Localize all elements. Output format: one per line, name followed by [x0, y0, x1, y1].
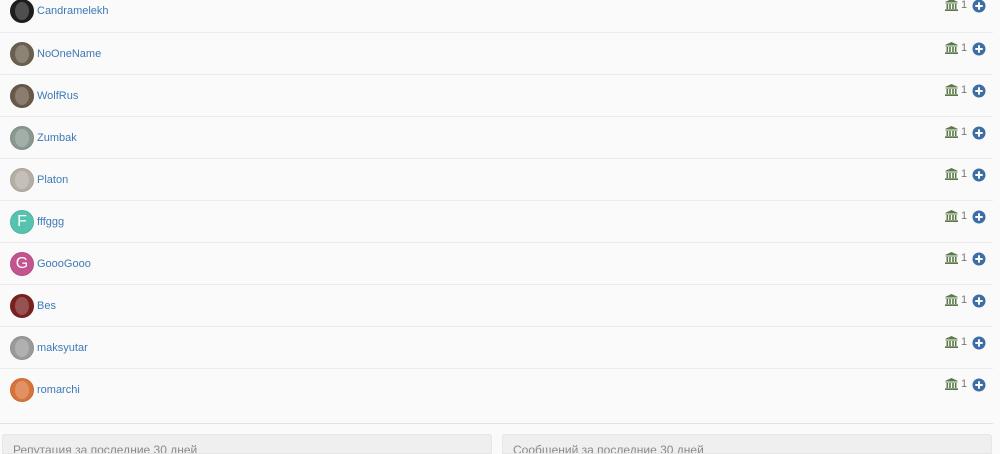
avatar[interactable]	[10, 294, 34, 318]
reputation-count: 1	[961, 84, 968, 96]
reputation-30-days-card: Репутация за последние 30 дней	[2, 434, 492, 454]
plus-circle-icon[interactable]	[972, 252, 986, 266]
member-row: NoOneName 1	[0, 32, 993, 74]
avatar[interactable]	[10, 378, 34, 402]
reputation-count: 1	[961, 210, 968, 222]
institution-icon	[945, 294, 958, 306]
avatar[interactable]	[10, 0, 34, 23]
avatar[interactable]: F	[10, 210, 34, 234]
avatar-photo	[15, 129, 29, 147]
reputation: 1	[945, 210, 967, 222]
member-row: Bes 1	[0, 284, 993, 326]
plus-circle-icon[interactable]	[972, 0, 986, 13]
reputation-count: 1	[961, 378, 968, 390]
reputation-count: 1	[961, 126, 968, 138]
plus-circle-icon[interactable]	[972, 168, 986, 182]
member-name-link[interactable]: Zumbak	[37, 132, 77, 144]
member-name-link[interactable]: Bes	[37, 300, 56, 312]
plus-circle-icon[interactable]	[972, 42, 986, 56]
reputation-count: 1	[961, 252, 968, 264]
avatar-letter: G	[15, 255, 29, 272]
plus-circle-icon[interactable]	[972, 336, 986, 350]
institution-icon	[945, 210, 958, 222]
member-row: Ffffggg 1	[0, 200, 993, 242]
plus-circle-icon[interactable]	[972, 210, 986, 224]
institution-icon	[945, 252, 958, 264]
avatar-photo	[15, 87, 29, 105]
avatar-photo	[15, 339, 29, 357]
institution-icon	[945, 0, 958, 11]
reputation: 1	[945, 336, 967, 348]
institution-icon	[945, 126, 958, 138]
institution-icon	[945, 336, 958, 348]
member-name-link[interactable]: maksyutar	[37, 342, 88, 354]
reputation: 1	[945, 84, 967, 96]
member-row: maksyutar 1	[0, 326, 993, 368]
institution-icon	[945, 84, 958, 96]
plus-circle-icon[interactable]	[972, 126, 986, 140]
reputation-count: 1	[961, 294, 968, 306]
reputation-count: 1	[961, 0, 968, 11]
member-name-link[interactable]: NoOneName	[37, 48, 101, 60]
avatar[interactable]	[10, 84, 34, 108]
reputation: 1	[945, 294, 967, 306]
reputation: 1	[945, 42, 967, 54]
reputation: 1	[945, 378, 967, 390]
avatar-photo	[15, 45, 29, 63]
member-name-link[interactable]: fffggg	[37, 216, 64, 228]
member-name-link[interactable]: WolfRus	[37, 90, 78, 102]
institution-icon	[945, 378, 958, 390]
reputation: 1	[945, 126, 967, 138]
member-row: romarchi 1	[0, 368, 993, 410]
member-row: Zumbak 1	[0, 116, 993, 158]
avatar[interactable]	[10, 336, 34, 360]
member-name-link[interactable]: romarchi	[37, 384, 80, 396]
plus-circle-icon[interactable]	[972, 84, 986, 98]
avatar[interactable]	[10, 42, 34, 66]
member-row: Platon 1	[0, 158, 993, 200]
member-name-link[interactable]: Platon	[37, 174, 68, 186]
avatar-photo	[15, 381, 29, 399]
avatar-photo	[15, 2, 29, 20]
member-row: G GoooGooo 1	[0, 242, 993, 284]
reputation-count: 1	[961, 168, 968, 180]
member-list: Candramelekh 1 NoOneName 1 WolfRus 1 Zumbak 1 Pl…	[0, 0, 993, 424]
avatar-letter: F	[17, 213, 27, 230]
member-row: WolfRus 1	[0, 74, 993, 116]
avatar-photo	[15, 297, 29, 315]
avatar[interactable]	[10, 126, 34, 150]
avatar[interactable]: G	[10, 252, 34, 276]
reputation-count: 1	[961, 42, 968, 54]
reputation: 1	[945, 252, 967, 264]
member-name-link[interactable]: GoooGooo	[37, 258, 91, 270]
avatar[interactable]	[10, 168, 34, 192]
plus-circle-icon[interactable]	[972, 294, 986, 308]
member-row: Candramelekh 1	[0, 0, 993, 32]
reputation-count: 1	[961, 336, 968, 348]
reputation: 1	[945, 168, 967, 180]
member-name-link[interactable]: Candramelekh	[37, 5, 109, 17]
reputation: 1	[945, 0, 967, 11]
institution-icon	[945, 168, 958, 180]
institution-icon	[945, 42, 958, 54]
plus-circle-icon[interactable]	[972, 378, 986, 392]
avatar-photo	[15, 171, 29, 189]
posts-30-days-card: Сообщений за последние 30 дней	[502, 434, 992, 454]
